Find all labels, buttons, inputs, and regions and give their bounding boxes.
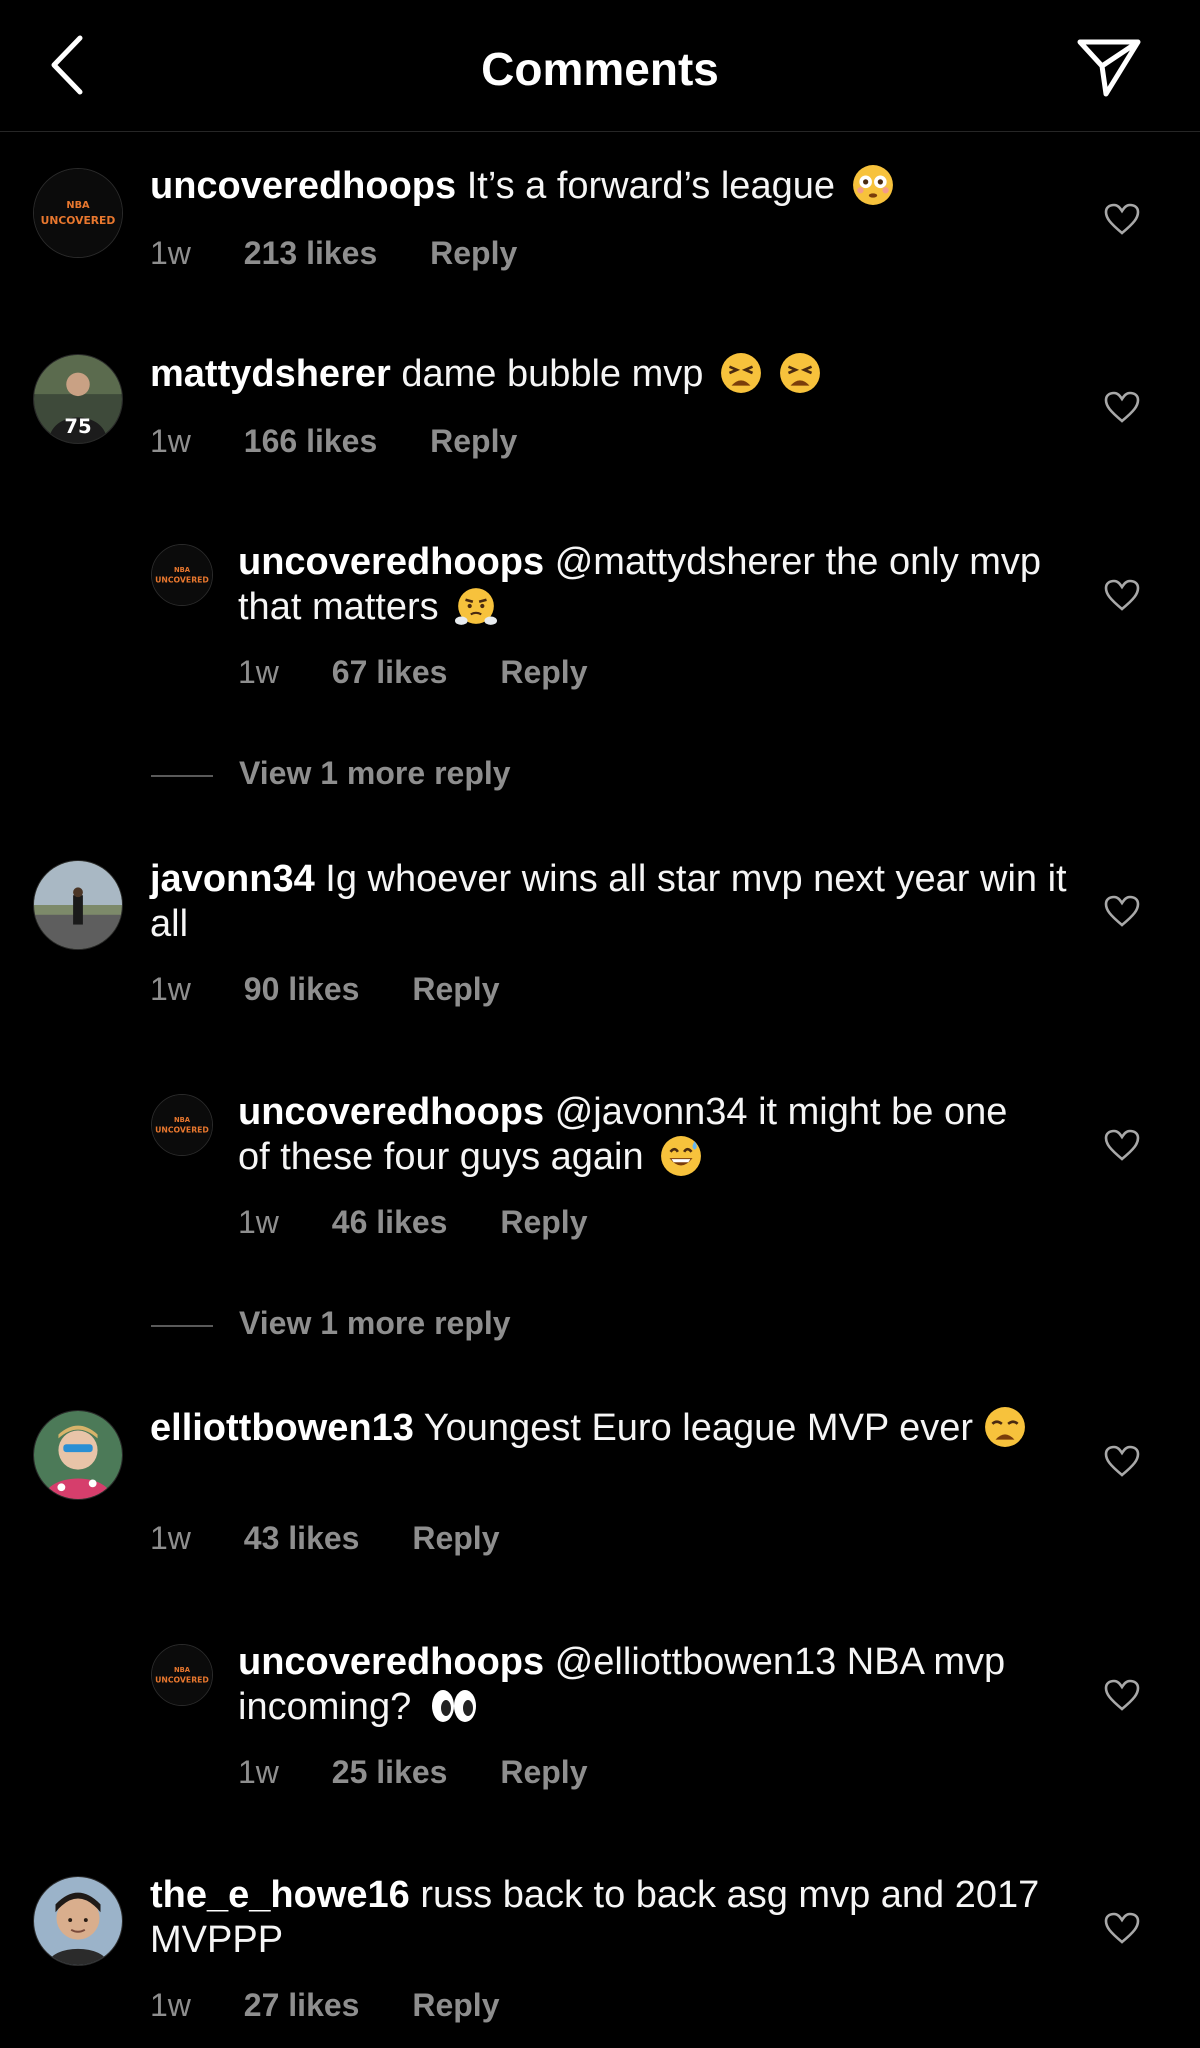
svg-text:UNCOVERED: UNCOVERED: [155, 1126, 209, 1135]
heart-icon[interactable]: [1104, 1679, 1140, 1711]
comment-username[interactable]: uncoveredhoops: [238, 1091, 544, 1133]
reply-button[interactable]: Reply: [500, 1204, 587, 1241]
flushed-face-emoji-icon: [852, 164, 894, 206]
comment-text: javonn34 Ig whoever wins all star mvp ne…: [150, 857, 1070, 947]
comment-username[interactable]: elliottbowen13: [150, 1407, 414, 1449]
comment-time: 1w: [238, 1204, 279, 1240]
avatar[interactable]: NBA UNCOVERED: [33, 168, 123, 258]
header-bar: Comments: [0, 0, 1200, 132]
reply-button[interactable]: Reply: [430, 235, 517, 272]
comment-username[interactable]: mattydsherer: [150, 353, 391, 395]
avatar[interactable]: NBA UNCOVERED: [151, 1094, 213, 1156]
comment-time: 1w: [150, 423, 191, 459]
heart-icon[interactable]: [1104, 391, 1140, 423]
comment-likes[interactable]: 90 likes: [244, 971, 360, 1008]
comment-time: 1w: [238, 1754, 279, 1790]
comment-text: uncoveredhoops @javonn34 it might be one…: [238, 1090, 1038, 1180]
comment-meta: 1w 166 likes Reply: [150, 423, 517, 460]
divider: [151, 775, 213, 777]
comment-username[interactable]: the_e_howe16: [150, 1874, 410, 1916]
heart-icon[interactable]: [1104, 1445, 1140, 1477]
reply-button[interactable]: Reply: [412, 971, 499, 1008]
divider: [151, 1325, 213, 1327]
comment-username[interactable]: uncoveredhoops: [150, 165, 456, 207]
heart-icon[interactable]: [1104, 1912, 1140, 1944]
comment-meta: 1w 67 likes Reply: [238, 654, 587, 691]
comment-text: mattydsherer dame bubble mvp: [150, 352, 1070, 397]
comment-username[interactable]: uncoveredhoops: [238, 1641, 544, 1683]
svg-text:NBA: NBA: [174, 1666, 191, 1674]
comment-meta: 1w 213 likes Reply: [150, 235, 517, 272]
reply-button[interactable]: Reply: [430, 423, 517, 460]
comment-text: uncoveredhoops It’s a forward’s league: [150, 164, 1070, 209]
comment-meta: 1w 90 likes Reply: [150, 971, 499, 1008]
reply-button[interactable]: Reply: [412, 1987, 499, 2024]
comment-likes[interactable]: 166 likes: [244, 423, 377, 460]
grinning-sweat-emoji-icon: [660, 1135, 702, 1177]
heart-icon[interactable]: [1104, 579, 1140, 611]
comment-message: It’s a forward’s league: [466, 165, 835, 207]
comment-likes[interactable]: 43 likes: [244, 1520, 360, 1557]
view-more-replies-label[interactable]: View 1 more reply: [239, 1305, 511, 1342]
comment-message: dame bubble mvp: [401, 353, 704, 395]
comment-likes[interactable]: 27 likes: [244, 1987, 360, 2024]
eyes-emoji-icon: [428, 1685, 480, 1727]
comment-message: Youngest Euro league MVP ever: [423, 1407, 974, 1449]
comment-time: 1w: [238, 654, 279, 690]
comment-text: elliottbowen13 Youngest Euro league MVP …: [150, 1406, 1070, 1451]
view-more-replies[interactable]: View 1 more reply: [151, 1305, 951, 1345]
avatar[interactable]: [33, 1876, 123, 1966]
comment-meta: 1w 27 likes Reply: [150, 1987, 499, 2024]
reply-button[interactable]: Reply: [412, 1520, 499, 1557]
reply-button[interactable]: Reply: [500, 1754, 587, 1791]
tired-face-emoji-icon: [720, 352, 762, 394]
comment-meta: 1w 25 likes Reply: [238, 1754, 587, 1791]
comment-likes[interactable]: 67 likes: [332, 654, 448, 691]
comment-likes[interactable]: 213 likes: [244, 235, 377, 272]
comment-meta: 1w 46 likes Reply: [238, 1204, 587, 1241]
comment-meta: 1w 43 likes Reply: [150, 1520, 499, 1557]
view-more-replies-label[interactable]: View 1 more reply: [239, 755, 511, 792]
send-icon[interactable]: [1074, 34, 1144, 100]
page-title: Comments: [481, 43, 719, 95]
comment-time: 1w: [150, 1987, 191, 2023]
avatar[interactable]: NBA UNCOVERED: [151, 544, 213, 606]
weary-face-emoji-icon: [984, 1406, 1026, 1448]
reply-button[interactable]: Reply: [500, 654, 587, 691]
avatar[interactable]: NBA UNCOVERED: [151, 1644, 213, 1706]
view-more-replies[interactable]: View 1 more reply: [151, 755, 951, 795]
svg-text:NBA: NBA: [174, 566, 191, 574]
comment-likes[interactable]: 46 likes: [332, 1204, 448, 1241]
svg-text:75: 75: [64, 415, 91, 438]
heart-icon[interactable]: [1104, 895, 1140, 927]
comment-time: 1w: [150, 1520, 191, 1556]
comment-text: uncoveredhoops @elliottbowen13 NBA mvp i…: [238, 1640, 1068, 1730]
svg-text:UNCOVERED: UNCOVERED: [155, 1676, 209, 1685]
avatar[interactable]: [33, 860, 123, 950]
tired-face-emoji-icon: [779, 352, 821, 394]
svg-text:UNCOVERED: UNCOVERED: [41, 214, 116, 227]
comment-text: the_e_howe16 russ back to back asg mvp a…: [150, 1873, 1070, 1963]
comment-likes[interactable]: 25 likes: [332, 1754, 448, 1791]
comment-time: 1w: [150, 971, 191, 1007]
steam-face-emoji-icon: [455, 585, 498, 627]
heart-icon[interactable]: [1104, 203, 1140, 235]
avatar[interactable]: [33, 1410, 123, 1500]
comment-username[interactable]: uncoveredhoops: [238, 541, 544, 583]
svg-text:NBA: NBA: [174, 1116, 191, 1124]
svg-text:UNCOVERED: UNCOVERED: [155, 576, 209, 585]
avatar-logo-text: NBA: [66, 200, 90, 211]
comment-username[interactable]: javonn34: [150, 858, 315, 900]
comment-time: 1w: [150, 235, 191, 271]
comment-text: uncoveredhoops @mattydsherer the only mv…: [238, 540, 1068, 630]
avatar[interactable]: 75: [33, 354, 123, 444]
heart-icon[interactable]: [1104, 1129, 1140, 1161]
